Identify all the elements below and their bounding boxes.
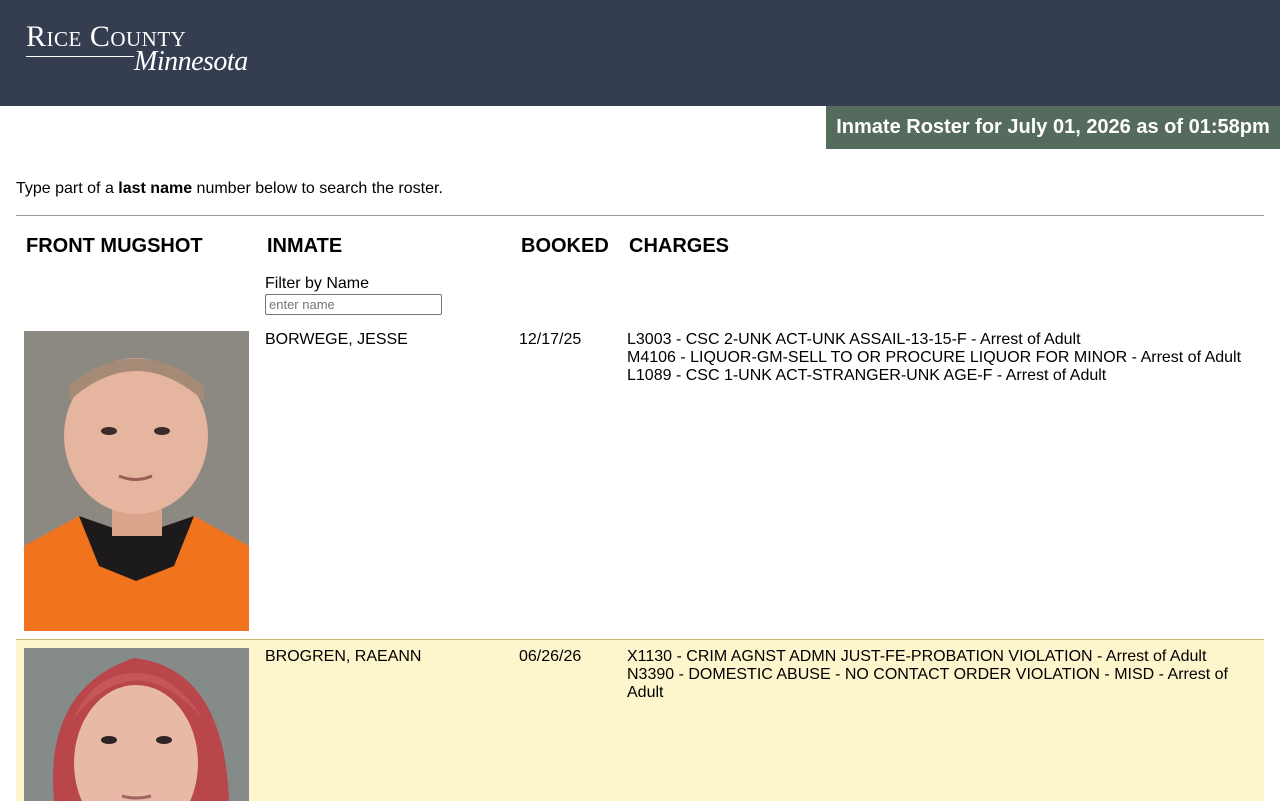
booked-date: 12/17/25 — [519, 331, 582, 348]
front-mugshot-photo[interactable] — [24, 331, 249, 631]
charges-list: X1130 - CRIM AGNST ADMN JUST-FE-PROBATIO… — [627, 648, 1242, 702]
instructions-bold: last name — [118, 180, 193, 197]
column-header-charges: CHARGES — [629, 235, 730, 257]
column-header-booked: BOOKED — [521, 235, 609, 257]
charge-item: L1089 - CSC 1-UNK ACT-STRANGER-UNK AGE-F… — [627, 367, 1107, 384]
filter-label: Filter by Name — [265, 275, 370, 292]
front-mugshot-photo[interactable] — [24, 648, 249, 801]
divider — [16, 215, 1264, 216]
charge-item: X1130 - CRIM AGNST ADMN JUST-FE-PROBATIO… — [627, 648, 1207, 665]
name-filter-input[interactable] — [265, 294, 442, 315]
logo-rule — [26, 56, 134, 57]
charge-item: N3390 - DOMESTIC ABUSE - NO CONTACT ORDE… — [627, 666, 1228, 701]
column-header-inmate: INMATE — [267, 235, 343, 257]
charge-item: M4106 - LIQUOR-GM-SELL TO OR PROCURE LIQ… — [627, 349, 1242, 366]
booked-date: 06/26/26 — [519, 648, 582, 665]
inmate-row: BROGREN, RAEANN 06/26/26 X1130 - CRIM AG… — [16, 639, 1264, 801]
charges-list: L3003 - CSC 2-UNK ACT-UNK ASSAIL-13-15-F… — [627, 331, 1242, 385]
site-header: Rice County Minnesota — [0, 0, 1280, 106]
inmate-row: BORWEGE, JESSE 12/17/25 L3003 - CSC 2-UN… — [16, 323, 1264, 639]
instructions-suffix: number below to search the roster. — [192, 180, 443, 197]
charge-item: L3003 - CSC 2-UNK ACT-UNK ASSAIL-13-15-F… — [627, 331, 1081, 348]
instructions-prefix: Type part of a — [16, 180, 119, 197]
logo-script-text: Minnesota — [134, 46, 248, 77]
column-header-mugshot: FRONT MUGSHOT — [26, 235, 203, 257]
inmate-name: BROGREN, RAEANN — [265, 648, 422, 665]
search-instructions: Type part of a last name number below to… — [16, 180, 443, 198]
roster-banner: Inmate Roster for July 01, 2026 as of 01… — [826, 106, 1280, 149]
inmate-name: BORWEGE, JESSE — [265, 331, 408, 348]
